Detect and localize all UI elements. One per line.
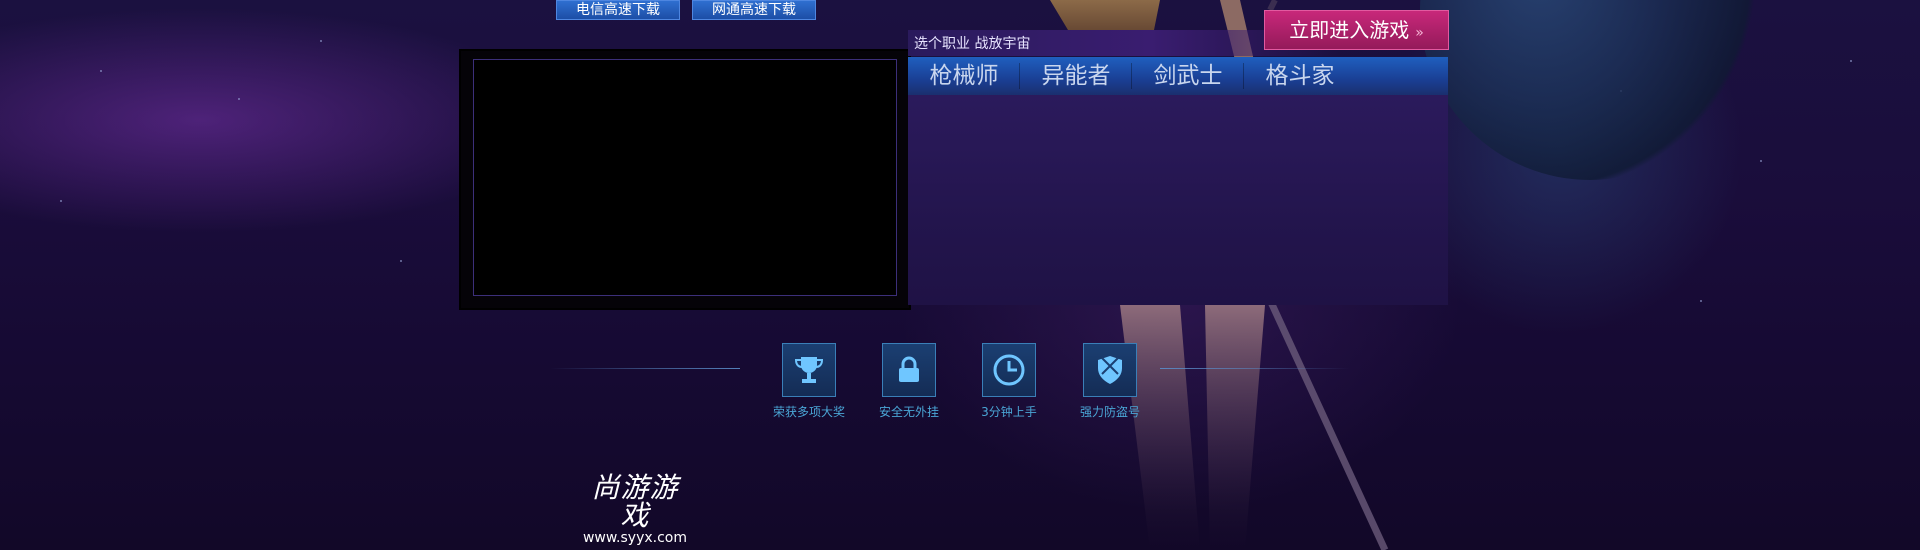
netcom-download-button[interactable]: 网通高速下载 (692, 0, 816, 20)
feature-label: 安全无外挂 (878, 405, 939, 419)
decorative-line-left (550, 368, 740, 369)
feature-label: 强力防盗号 (1079, 405, 1140, 419)
star (238, 98, 240, 100)
enter-game-button[interactable]: 立即进入游戏 » (1264, 10, 1449, 50)
feature-quick-start: 3分钟上手 (964, 343, 1054, 420)
career-slogan: 选个职业 战放宇宙 (914, 36, 1031, 52)
star (1850, 60, 1852, 62)
decorative-line-right (1160, 368, 1350, 369)
shield-icon (1083, 343, 1137, 397)
star (400, 260, 402, 262)
star (100, 70, 102, 72)
career-tabs: 枪械师 异能者 剑武士 格斗家 (908, 57, 1448, 95)
star (1700, 300, 1702, 302)
clock-icon (982, 343, 1036, 397)
feature-security: 安全无外挂 (864, 343, 954, 420)
logo-name: 尚游游戏 (591, 471, 679, 532)
tab-gunner[interactable]: 枪械师 (908, 57, 1020, 95)
star (60, 200, 62, 202)
star (320, 40, 322, 42)
tab-esper[interactable]: 异能者 (1020, 57, 1132, 95)
star (1760, 160, 1762, 162)
lock-icon (882, 343, 936, 397)
trophy-icon (782, 343, 836, 397)
telecom-download-button[interactable]: 电信高速下载 (556, 0, 680, 20)
site-logo[interactable]: 尚游游戏 www.syyx.com (580, 471, 690, 547)
enter-game-label: 立即进入游戏 (1289, 18, 1410, 42)
planet-image (1420, 0, 1760, 180)
tab-fighter[interactable]: 格斗家 (1244, 57, 1356, 95)
video-screen[interactable] (473, 59, 897, 296)
video-player[interactable] (461, 51, 909, 308)
feature-awards: 荣获多项大奖 (764, 343, 854, 420)
double-chevron-icon: » (1415, 25, 1424, 41)
feature-label: 3分钟上手 (981, 405, 1037, 419)
feature-label: 荣获多项大奖 (772, 405, 845, 419)
career-content-panel (908, 95, 1448, 305)
feature-anti-theft: 强力防盗号 (1065, 343, 1155, 420)
tab-swordsman[interactable]: 剑武士 (1132, 57, 1244, 95)
logo-url: www.syyx.com (582, 530, 687, 546)
